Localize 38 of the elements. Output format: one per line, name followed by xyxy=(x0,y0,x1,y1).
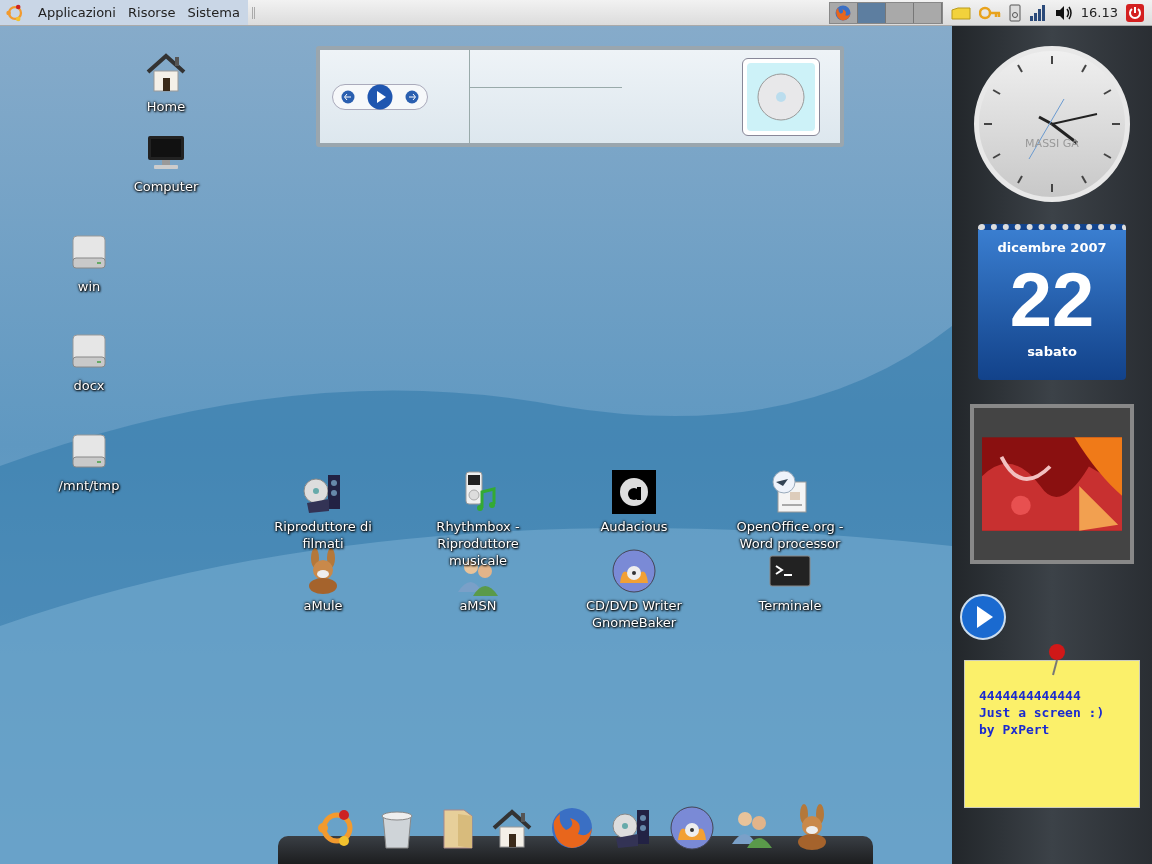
clock-hands-drawing xyxy=(1028,98,1098,160)
icon-label: Riproduttore di filmati xyxy=(273,518,373,552)
icon-label: Home xyxy=(145,98,187,115)
icon-label: docx xyxy=(72,377,106,394)
cd-icon xyxy=(757,72,805,121)
icon-label: aMule xyxy=(302,597,344,614)
calendar-month: dicembre 2007 xyxy=(997,239,1107,257)
icon-label: Computer xyxy=(132,178,200,195)
signal-icon[interactable] xyxy=(1028,3,1047,22)
burner-icon[interactable] xyxy=(610,547,658,595)
next-icon[interactable] xyxy=(405,89,419,104)
play-icon[interactable] xyxy=(367,83,393,110)
icon-label: aMSN xyxy=(458,597,498,614)
icon-label: OpenOffice.org - Word processor xyxy=(735,518,845,552)
volume-icon[interactable] xyxy=(1054,4,1073,21)
note-text: Just a screen :) xyxy=(979,704,1106,721)
icon-label: CD/DVD Writer GnomeBaker xyxy=(585,597,683,631)
note-text: 4444444444444 xyxy=(979,687,1082,704)
icon-label: Audacious xyxy=(599,518,669,535)
calendar-weekday: sabato xyxy=(1027,342,1077,361)
menu-item[interactable]: Sistema xyxy=(187,2,240,23)
previous-icon[interactable] xyxy=(341,89,355,104)
power-icon[interactable] xyxy=(1126,3,1144,22)
clock-brand: MASSI GA xyxy=(1025,135,1079,152)
icon-label: Rhythmbox - Riproduttore musicale xyxy=(435,518,521,569)
panel-clock[interactable]: 16.13 xyxy=(1080,2,1118,23)
panel-handle-icon[interactable] xyxy=(251,6,255,19)
icon-label: /mnt/tmp xyxy=(57,477,121,494)
menu-item[interactable]: Applicazioni xyxy=(38,2,116,23)
icon-label: Terminale xyxy=(757,597,823,614)
icon-label: win xyxy=(76,278,102,295)
menu-item[interactable]: Risorse xyxy=(128,2,176,23)
calendar-day: 22 xyxy=(1009,257,1095,342)
play-button-icon[interactable] xyxy=(960,594,1006,640)
drive-icon[interactable] xyxy=(1008,3,1021,22)
note-text: by PxPert xyxy=(979,721,1051,738)
burner-launcher-icon[interactable] xyxy=(668,804,716,852)
audacious-icon[interactable] xyxy=(610,468,658,516)
